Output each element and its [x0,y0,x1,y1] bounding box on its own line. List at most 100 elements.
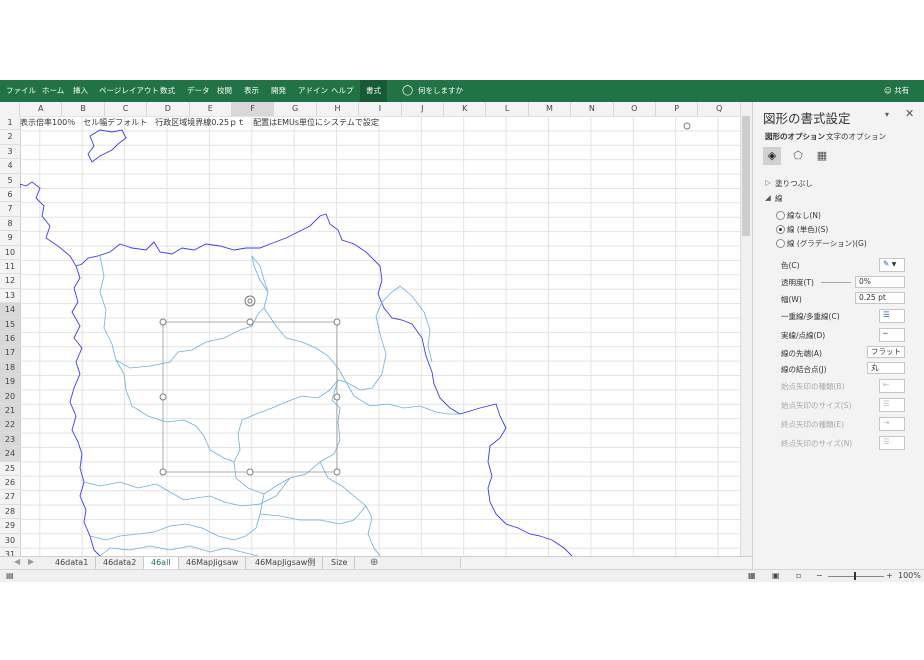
row-header[interactable]: 27 [0,490,20,505]
column-header[interactable]: M [529,102,572,116]
column-header[interactable]: D [147,102,190,116]
row-header[interactable]: 16 [0,332,20,347]
tell-me-search[interactable]: 何をしますか [418,80,463,102]
column-header[interactable]: J [402,102,444,116]
select-all-corner[interactable] [0,102,20,116]
row-header[interactable]: 5 [0,174,20,188]
zoom-out-icon[interactable]: − [816,571,823,580]
column-header[interactable]: O [614,102,656,116]
row-header[interactable]: 24 [0,447,20,462]
horizontal-scrollbar[interactable] [460,557,753,568]
effects-icon[interactable]: ⬠ [789,147,807,165]
tab-page-layout[interactable]: ページレイアウト [99,80,159,102]
lightbulb-icon[interactable]: ◯ [402,80,413,102]
tab-insert[interactable]: 挿入 [73,80,88,102]
row-header[interactable]: 13 [0,289,20,304]
row-header[interactable]: 6 [0,188,20,203]
share-button[interactable]: ☺ 共有 [884,80,909,102]
column-header[interactable]: F [232,102,275,116]
radio-no-line-label[interactable]: 線なし(N) [787,210,821,221]
add-sheet-icon[interactable]: ⊕ [370,557,378,568]
tab-view[interactable]: 表示 [244,80,259,102]
begin-arrow-type-dropdown[interactable]: ⇤ [879,379,905,393]
row-header[interactable]: 30 [0,534,20,548]
size-properties-icon[interactable]: ▦ [813,147,831,165]
compound-type-dropdown[interactable]: ☰ [879,309,905,323]
row-header[interactable]: 4 [0,159,20,174]
row-header[interactable]: 18 [0,360,20,376]
tab-file[interactable]: ファイル [6,80,36,102]
fill-section-header[interactable]: 塗りつぶし [775,178,813,189]
fill-expand-icon[interactable]: ▷ [765,178,771,187]
row-header[interactable]: 2 [0,130,20,145]
row-header[interactable]: 26 [0,476,20,491]
row-header[interactable]: 11 [0,260,20,275]
row-header[interactable]: 23 [0,432,20,448]
row-header[interactable]: 19 [0,375,20,390]
column-header[interactable]: H [317,102,360,116]
transparency-slider[interactable] [821,282,851,283]
normal-view-icon[interactable]: ▦ [748,571,756,580]
tab-addins[interactable]: アドイン [298,80,328,102]
page-layout-view-icon[interactable]: ▣ [772,571,780,580]
radio-no-line[interactable] [776,211,785,220]
tab-help[interactable]: ヘルプ [331,80,354,102]
row-header[interactable]: 12 [0,274,20,289]
tab-developer[interactable]: 開発 [271,80,286,102]
radio-gradient-line[interactable] [776,239,785,248]
macro-record-icon[interactable]: ▤ [6,571,14,580]
column-header[interactable]: G [274,102,317,116]
row-header[interactable]: 10 [0,246,20,260]
tab-formulas[interactable]: 数式 [160,80,175,102]
tab-shape-options[interactable]: 図形のオプション [765,131,825,142]
radio-solid-line[interactable] [776,225,785,234]
zoom-slider-thumb[interactable] [854,572,856,580]
width-input[interactable]: 0.25 pt [855,292,905,304]
column-header[interactable]: K [444,102,487,116]
row-header[interactable]: 21 [0,404,20,419]
map-drawing[interactable] [20,116,740,556]
row-header[interactable]: 7 [0,202,20,217]
row-header[interactable]: 15 [0,317,20,332]
radio-solid-line-label[interactable]: 線 (単色)(S) [787,224,828,235]
column-header[interactable]: A [20,102,63,116]
row-header[interactable]: 14 [0,303,20,318]
column-header[interactable]: I [359,102,402,116]
line-section-header[interactable]: 線 [775,193,783,204]
tab-format[interactable]: 書式 [360,80,387,102]
row-header[interactable]: 25 [0,462,20,476]
tab-home[interactable]: ホーム [42,80,64,102]
column-header[interactable]: L [486,102,529,116]
zoom-slider[interactable] [828,576,884,577]
line-collapse-icon[interactable]: ◢ [765,193,771,202]
column-header[interactable]: C [105,102,148,116]
row-header[interactable]: 22 [0,418,20,433]
pane-options-chevron-icon[interactable]: ▾ [885,110,889,119]
tab-review[interactable]: 校閲 [217,80,232,102]
tab-data[interactable]: データ [187,80,210,102]
cap-type-dropdown[interactable]: フラット [867,346,905,358]
row-header[interactable]: 1 [0,116,20,131]
end-arrow-size-dropdown[interactable]: ☰ [879,436,905,450]
column-header[interactable]: B [62,102,105,116]
row-header[interactable]: 20 [0,389,20,404]
transparency-input[interactable]: 0% [855,276,905,288]
tab-scroll-right-icon[interactable]: ▶ [28,557,34,566]
column-header[interactable]: E [190,102,232,116]
row-header[interactable]: 17 [0,346,20,361]
pane-close-icon[interactable]: ✕ [905,107,914,120]
zoom-level[interactable]: 100% [898,571,921,580]
zoom-in-icon[interactable]: + [886,571,893,580]
begin-arrow-size-dropdown[interactable]: ☰ [879,398,905,412]
column-header[interactable]: P [656,102,699,116]
join-type-dropdown[interactable]: 丸 [867,362,905,374]
end-arrow-type-dropdown[interactable]: ⇥ [879,417,905,431]
dash-type-dropdown[interactable]: ━ [879,328,905,342]
tab-text-options[interactable]: 文字のオプション [826,131,886,142]
column-header[interactable]: Q [698,102,741,116]
vertical-scroll-thumb[interactable] [742,116,750,236]
fill-line-icon[interactable]: ◈ [763,147,781,165]
row-header[interactable]: 29 [0,519,20,534]
radio-gradient-line-label[interactable]: 線 (グラデーション)(G) [787,238,867,249]
tab-scroll-left-icon[interactable]: ◀ [14,557,20,566]
